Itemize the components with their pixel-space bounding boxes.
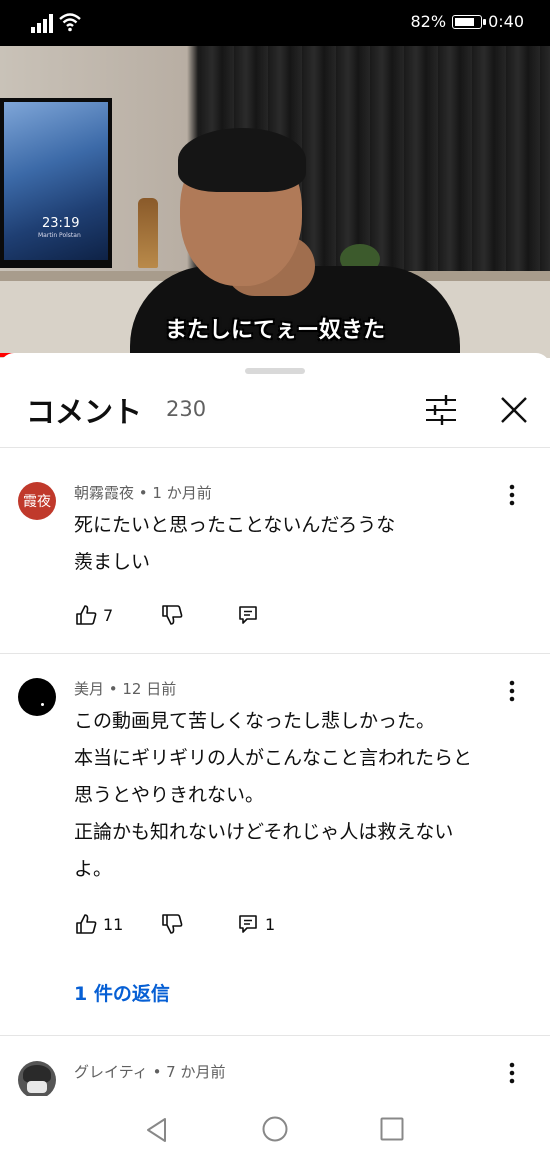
header-divider (0, 447, 550, 448)
home-icon[interactable] (261, 1115, 289, 1143)
recents-icon[interactable] (379, 1116, 405, 1142)
comment-text: 死にたいと思ったことないんだろうな 羨ましい (74, 514, 396, 573)
comments-title: コメント (26, 395, 143, 429)
filter-icon[interactable] (424, 393, 458, 427)
battery-icon (452, 14, 487, 29)
comments-count: 230 (166, 397, 207, 421)
more-icon[interactable] (502, 677, 522, 705)
system-nav-bar (0, 1096, 550, 1161)
more-icon[interactable] (502, 1059, 522, 1087)
wifi-icon (59, 13, 81, 32)
reply-count: 1 (265, 914, 276, 934)
reply-icon (239, 915, 257, 933)
video-subtitle: またしにてぇー奴きた (164, 318, 385, 343)
comments-sheet: コメント 230 霞夜 朝霧霞夜 • 1 か月前 死にたいと思ったことないんだろ… (0, 353, 550, 1161)
comment-meta: 朝霧霞夜 • 1 か月前 (74, 484, 212, 502)
dislike-icon (162, 605, 183, 625)
like-button[interactable]: 7 (75, 604, 113, 626)
battery-percent: 82% (410, 12, 447, 31)
comment-meta: グレイティ • 7 か月前 (74, 1063, 226, 1081)
tv-clock-text: 23:19 (42, 216, 80, 231)
reply-button[interactable] (237, 604, 265, 626)
view-replies-link[interactable]: 1 件の返信 (74, 979, 170, 1006)
comment-divider (0, 653, 550, 654)
comment-meta: 美月 • 12 日前 (74, 680, 177, 698)
status-bar: 82% 0:40 (0, 0, 550, 46)
like-count: 11 (103, 914, 124, 934)
drag-handle[interactable] (245, 368, 305, 374)
comment-text: この動画見て苦しくなったし悲しかった。 本当にギリギリの人がこんなこと言われたら… (74, 710, 473, 880)
avatar[interactable] (18, 1061, 56, 1099)
back-icon[interactable] (143, 1116, 171, 1144)
reply-button[interactable]: 1 (237, 913, 275, 935)
video-player[interactable]: 23:19 Martin Polstan またしにてぇー奴きた (0, 46, 550, 358)
like-icon (76, 914, 97, 934)
dislike-button[interactable] (161, 913, 183, 935)
reply-icon (239, 606, 257, 624)
tv-in-video: 23:19 Martin Polstan (0, 98, 112, 268)
close-icon[interactable] (497, 393, 531, 427)
avatar[interactable] (18, 678, 56, 716)
signal-icon (31, 14, 53, 33)
like-button[interactable]: 11 (75, 913, 123, 935)
comment-divider (0, 1035, 550, 1036)
tv-caption-text: Martin Polstan (38, 232, 81, 239)
like-icon (76, 605, 97, 625)
more-icon[interactable] (502, 481, 522, 509)
dislike-button[interactable] (161, 604, 183, 626)
like-count: 7 (103, 605, 114, 625)
avatar[interactable]: 霞夜 (18, 482, 56, 520)
clock: 0:40 (488, 12, 524, 31)
dislike-icon (162, 914, 183, 934)
